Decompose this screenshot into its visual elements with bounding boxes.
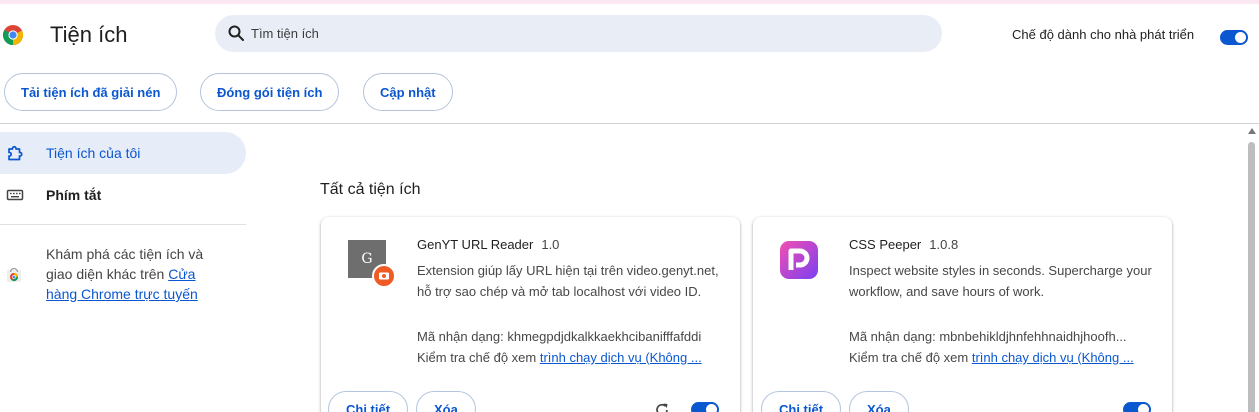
extension-name: CSS Peeper 1.0.8 [849,237,958,252]
toolbar-divider [0,123,1259,124]
remove-button[interactable]: Xóa [416,391,476,412]
css-peeper-icon [780,241,818,279]
inspect-views: Kiểm tra chế độ xem trình chạy dịch vụ (… [849,350,1154,365]
extension-card-genyt: G GenYT URL Reader 1.0 Extension giúp lấy… [321,217,740,412]
extension-enable-toggle[interactable] [691,402,719,412]
dev-mode-label: Chế độ dành cho nhà phát triển [1012,27,1195,42]
extension-description: Extension giúp lấy URL hiện tại trên vid… [417,263,719,299]
sidebar-item-my-extensions[interactable]: Tiện ích của tôi [0,132,246,174]
extension-card-css-peeper: CSS Peeper 1.0.8 Inspect website styles i… [753,217,1172,412]
pack-extension-button[interactable]: Đóng gói tiện ích [200,73,340,111]
search-icon [228,25,244,41]
scrollbar[interactable] [1246,124,1259,412]
page-title: Tiện ích [50,22,128,47]
remove-button[interactable]: Xóa [849,391,909,412]
extension-version: 1.0 [541,237,560,252]
scroll-up-arrow-icon[interactable] [1248,128,1256,134]
discover-text: Khám phá các tiện ích và giao diện khác … [46,244,221,304]
inspect-views: Kiểm tra chế độ xem trình chạy dịch vụ (… [417,350,722,365]
extension-name-text: CSS Peeper [849,237,922,252]
reload-icon[interactable] [653,401,671,412]
search-input[interactable] [251,15,911,52]
sidebar-item-label: Tiện ích của tôi [46,145,141,161]
extension-description: Inspect website styles in seconds. Super… [849,263,1152,299]
chrome-web-store-icon [7,267,21,282]
extension-badge-icon [372,264,396,288]
search-bar[interactable] [215,15,942,52]
load-unpacked-button[interactable]: Tải tiện ích đã giải nén [4,73,178,111]
details-button[interactable]: Chi tiết [761,391,842,412]
extension-enable-toggle[interactable] [1123,402,1151,412]
extension-id: Mã nhận dạng: khmegpdjdkalkkaekhcibaniff… [417,329,702,344]
sidebar-item-label: Phím tắt [46,187,102,203]
sidebar-divider [0,224,246,225]
extension-version: 1.0.8 [929,237,959,252]
extension-id: Mã nhận dạng: mbnbehikldjhnfehhnaidhjhoo… [849,329,1127,344]
scroll-thumb[interactable] [1248,142,1255,412]
extension-name-text: GenYT URL Reader [417,237,534,252]
inspect-prefix: Kiểm tra chế độ xem [417,350,540,365]
details-button[interactable]: Chi tiết [328,391,409,412]
puzzle-icon [8,145,23,161]
sidebar-item-shortcuts[interactable]: Phím tắt [0,174,246,216]
dev-mode-toggle[interactable] [1220,30,1248,45]
update-button[interactable]: Cập nhật [363,73,453,111]
header: Tiện ích Chế độ dành cho nhà phát triển [0,4,1259,62]
inspect-prefix: Kiểm tra chế độ xem [849,350,972,365]
chrome-logo-icon [2,25,24,45]
service-worker-link[interactable]: trình chạy dịch vụ (Không ... [540,350,702,365]
keyboard-icon [6,189,24,201]
service-worker-link[interactable]: trình chạy dịch vụ (Không ... [972,350,1134,365]
section-title: Tất cả tiện ích [320,181,421,198]
extension-name: GenYT URL Reader 1.0 [417,237,559,252]
